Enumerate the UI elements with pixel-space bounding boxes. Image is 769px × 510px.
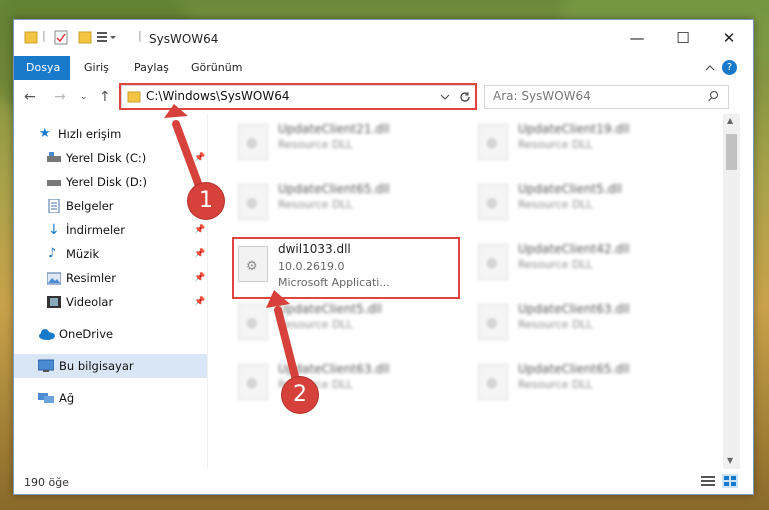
maximize-button[interactable]: ☐ [660,20,706,56]
tab-paylas[interactable]: Paylaş [122,56,181,80]
music-note-icon: ♪ [48,246,57,261]
cloud-icon [39,329,55,340]
sidebar-item-music[interactable]: ♪ Müzik 📌 [14,243,207,265]
dll-file-icon [478,244,508,280]
dll-file-icon [238,184,268,220]
dll-file-icon [478,304,508,340]
list-item[interactable]: UpdateClient42.dll Resource DLL [474,240,704,290]
film-icon [47,296,61,308]
tab-dosya[interactable]: Dosya [14,56,70,80]
sidebar-item-onedrive[interactable]: OneDrive [14,323,207,345]
forward-arrow-icon[interactable]: → [54,89,66,105]
scrollbar-thumb[interactable] [726,134,737,170]
scroll-down-icon[interactable]: ▼ [727,456,733,465]
close-button[interactable]: ✕ [706,20,752,56]
up-arrow-icon[interactable]: ↑ [99,89,111,105]
ribbon: Dosya Giriş Paylaş Görünüm ? [14,56,753,81]
search-icon [708,91,718,102]
sidebar-item-videos[interactable]: Videolar 📌 [14,291,207,313]
new-folder-icon[interactable] [78,29,92,45]
item-count: 190 öğe [24,476,69,489]
details-view-icon[interactable] [700,474,716,488]
drive-icon [47,180,61,186]
separator: | [138,29,142,42]
explorer-window: | | SysWOW64 — ☐ ✕ Dosya Giriş Paylaş Gö… [13,19,754,495]
list-item[interactable]: UpdateClient19.dll Resource DLL [474,120,704,170]
dll-file-icon [478,184,508,220]
pin-icon: 📌 [194,249,206,259]
sidebar-item-downloads[interactable]: ↓ İndirmeler 📌 [14,219,207,241]
list-item[interactable]: UpdateClient5.dll Resource DLL [474,180,704,230]
customize-toolbar-icon[interactable] [96,29,118,45]
sidebar-item-this-pc[interactable]: Bu bilgisayar [14,354,207,378]
dll-file-icon [478,364,508,400]
picture-icon [47,272,61,285]
download-arrow-icon: ↓ [48,222,60,238]
drive-icon [47,152,61,162]
pin-icon: 📌 [194,225,206,235]
separator: | [42,29,46,42]
search-placeholder: Ara: SysWOW64 [493,89,591,103]
list-item[interactable]: UpdateClient65.dll Resource DLL [234,180,464,230]
minimize-button[interactable]: — [614,20,660,56]
star-icon: ★ [39,126,51,141]
computer-icon [38,359,54,372]
document-icon [48,199,60,213]
tiles-view-icon[interactable] [722,474,738,488]
vertical-scrollbar[interactable]: ▲ ▼ [723,114,740,469]
search-box[interactable]: Ara: SysWOW64 [484,85,729,109]
list-item[interactable]: UpdateClient65.dll Resource DLL [474,360,704,410]
folder-icon [24,31,38,44]
step-badge-1: 1 [188,183,224,219]
properties-icon[interactable] [54,29,68,45]
recent-locations-icon[interactable]: ⌄ [80,92,88,102]
navigation-bar: ← → ⌄ ↑ C:\Windows\SysWOW64 Ara: SysWOW6… [14,80,753,114]
back-arrow-icon[interactable]: ← [24,89,36,105]
pin-icon: 📌 [194,273,206,283]
dll-file-icon [238,124,268,160]
network-icon [38,393,54,403]
sidebar-item-network[interactable]: Ağ [14,387,207,409]
tab-gorunum[interactable]: Görünüm [179,56,254,80]
title-bar: | | SysWOW64 — ☐ ✕ [14,20,753,56]
dll-file-icon [478,124,508,160]
scroll-up-icon[interactable]: ▲ [727,116,733,125]
window-title: SysWOW64 [149,32,219,46]
pin-icon: 📌 [194,297,206,307]
tab-giris[interactable]: Giriş [72,56,121,80]
list-item[interactable]: UpdateClient63.dll Resource DLL [474,300,704,350]
expand-ribbon-icon[interactable] [704,62,716,74]
status-bar: 190 öğe [14,469,753,494]
help-button[interactable]: ? [722,60,737,75]
list-item[interactable]: UpdateClient21.dll Resource DLL [234,120,464,170]
sidebar-item-pictures[interactable]: Resimler 📌 [14,267,207,289]
step-badge-2: 2 [282,377,318,413]
